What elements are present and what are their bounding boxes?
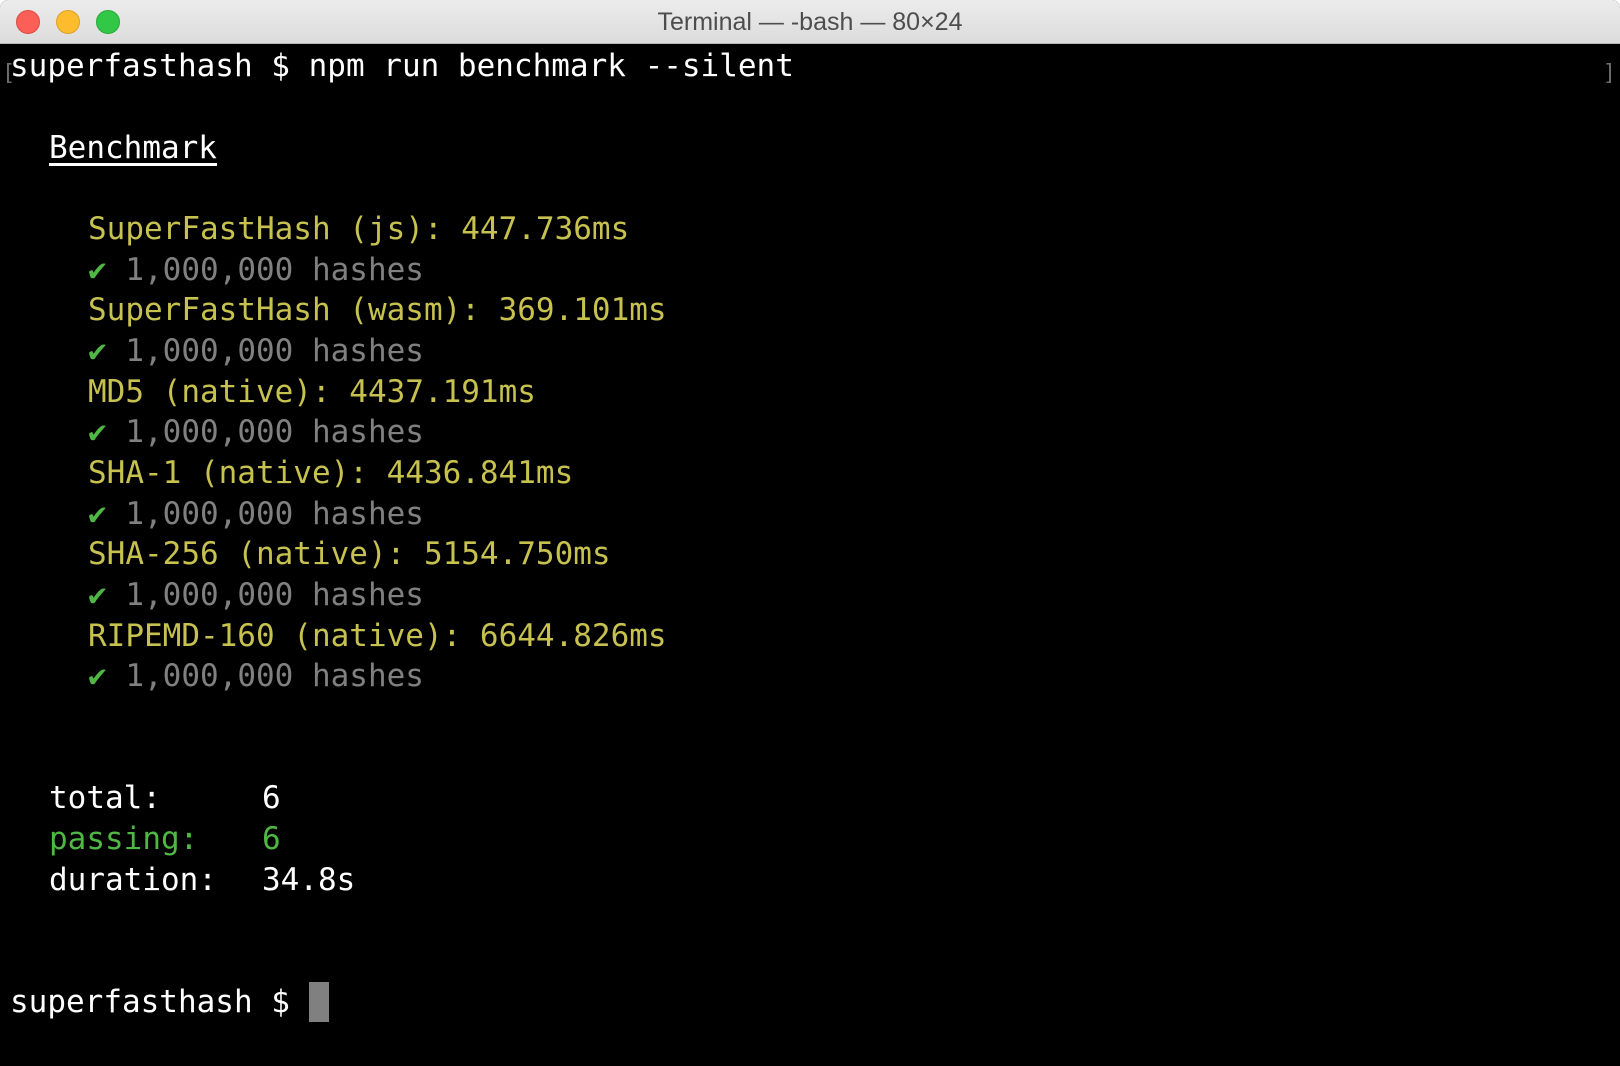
result-detail: ✔ 1,000,000 hashes — [88, 493, 424, 535]
window-title: Terminal — -bash — 80×24 — [657, 8, 963, 36]
summary-duration-value: 34.8s — [262, 862, 356, 898]
benchmark-heading: Benchmark — [49, 127, 217, 169]
result-detail: ✔ 1,000,000 hashes — [88, 411, 424, 453]
hash-count: 1,000,000 hashes — [125, 658, 424, 694]
result-label: RIPEMD-160 (native): 6644.826ms — [88, 618, 667, 654]
prompt: superfasthash $ — [10, 984, 309, 1020]
command-text: npm run benchmark --silent — [308, 48, 794, 84]
result-detail: ✔ 1,000,000 hashes — [88, 574, 424, 616]
hash-count: 1,000,000 hashes — [125, 333, 424, 369]
summary-passing: passing: — [49, 821, 199, 857]
hash-count: 1,000,000 hashes — [125, 252, 424, 288]
check-icon: ✔ — [88, 333, 107, 369]
result-label: SuperFastHash (js): 447.736ms — [88, 211, 630, 247]
title-bar[interactable]: Terminal — -bash — 80×24 — [0, 0, 1620, 44]
check-icon: ✔ — [88, 252, 107, 288]
check-icon: ✔ — [88, 577, 107, 613]
check-icon: ✔ — [88, 414, 107, 450]
hash-count: 1,000,000 hashes — [125, 414, 424, 450]
summary-total-value: 6 — [262, 780, 281, 816]
terminal-window: Terminal — -bash — 80×24 [ ] superfastha… — [0, 0, 1620, 1066]
summary-total: total: — [49, 777, 161, 819]
terminal-output[interactable]: [ ] superfasthash $ npm run benchmark --… — [0, 45, 1620, 1066]
prompt: superfasthash $ — [10, 48, 309, 84]
result-label: MD5 (native): 4437.191ms — [88, 374, 536, 410]
command-line: superfasthash $ npm run benchmark --sile… — [10, 45, 794, 87]
total-label: total: — [49, 780, 161, 816]
hash-count: 1,000,000 hashes — [125, 577, 424, 613]
summary-passing-value: 6 — [262, 821, 281, 857]
line-mark-right: ] — [1602, 61, 1616, 86]
result-detail: ✔ 1,000,000 hashes — [88, 249, 424, 291]
check-icon: ✔ — [88, 658, 107, 694]
hash-count: 1,000,000 hashes — [125, 496, 424, 532]
result-detail: ✔ 1,000,000 hashes — [88, 655, 424, 697]
summary-duration: duration: — [49, 862, 217, 898]
heading-text: Benchmark — [49, 130, 217, 166]
text-cursor — [308, 982, 329, 1022]
result-label: SuperFastHash (wasm): 369.101ms — [88, 292, 667, 328]
result-detail: ✔ 1,000,000 hashes — [88, 330, 424, 372]
final-prompt-line[interactable]: superfasthash $ — [10, 981, 329, 1023]
result-label: SHA-1 (native): 4436.841ms — [88, 455, 574, 491]
check-icon: ✔ — [88, 496, 107, 532]
result-label: SHA-256 (native): 5154.750ms — [88, 536, 611, 572]
